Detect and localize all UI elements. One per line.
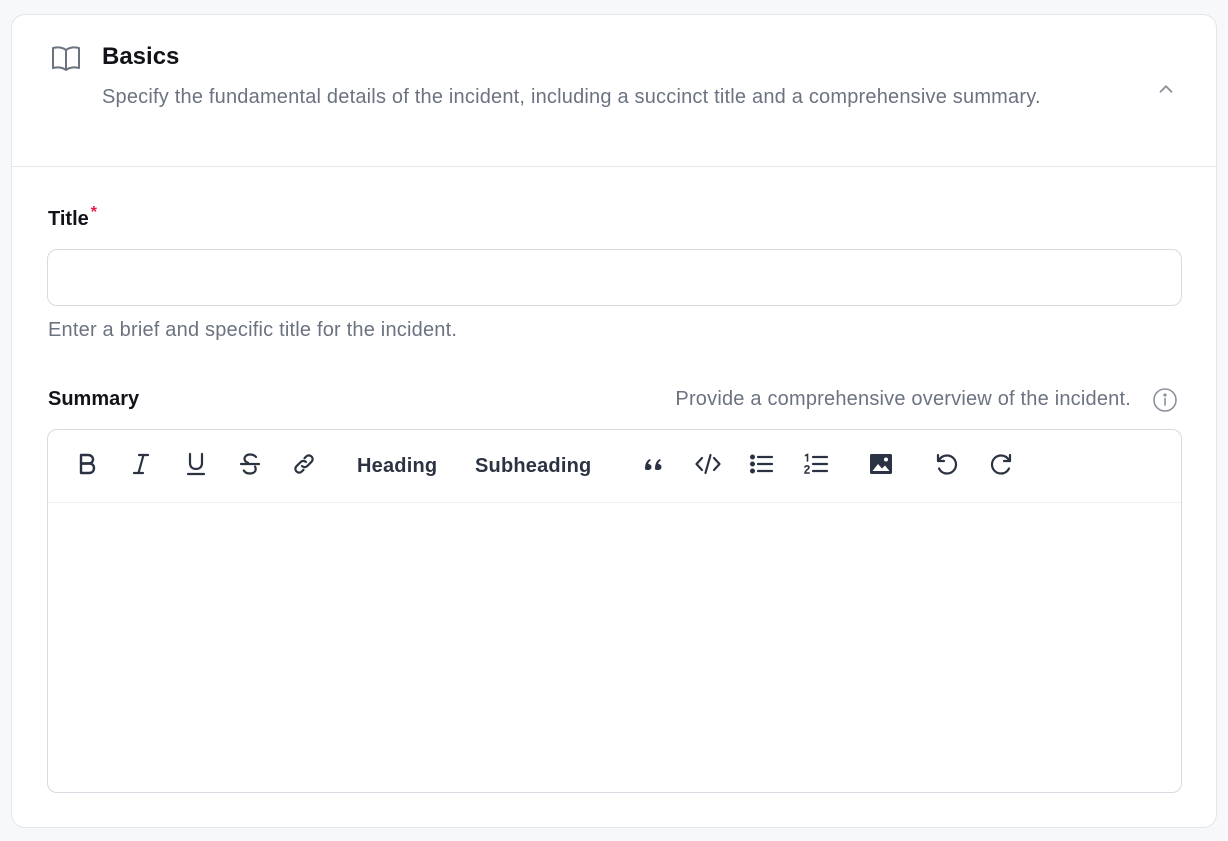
blockquote-button[interactable] <box>639 448 669 484</box>
title-label-text: Title <box>48 208 89 230</box>
bold-icon <box>73 450 101 483</box>
underline-button[interactable] <box>181 448 211 484</box>
link-button[interactable] <box>288 448 320 484</box>
required-asterisk: * <box>90 204 97 221</box>
italic-icon <box>127 450 155 483</box>
title-field-label: Title * <box>48 204 97 231</box>
code-button[interactable] <box>691 448 725 484</box>
collapse-section-button[interactable] <box>1152 77 1180 105</box>
section-title: Basics <box>102 43 180 70</box>
chevron-up-icon <box>1155 78 1177 105</box>
subheading-button-label: Subheading <box>475 454 592 477</box>
italic-button[interactable] <box>126 448 156 484</box>
strikethrough-button[interactable] <box>235 448 265 484</box>
heading-button-label: Heading <box>357 454 438 477</box>
section-header: Basics Specify the fundamental details o… <box>12 15 1216 167</box>
summary-field-label: Summary <box>48 388 140 410</box>
summary-editor-content[interactable] <box>48 503 1181 792</box>
summary-rich-text-editor: Heading Subheading <box>47 429 1182 793</box>
numbered-list-icon <box>802 450 830 483</box>
editor-toolbar: Heading Subheading <box>48 430 1181 503</box>
bullet-list-icon <box>748 450 776 483</box>
book-open-icon <box>50 42 82 74</box>
heading-button[interactable]: Heading <box>357 448 437 484</box>
info-icon[interactable] <box>1152 387 1178 413</box>
bullet-list-button[interactable] <box>746 448 778 484</box>
insert-image-button[interactable] <box>865 448 897 484</box>
subheading-button[interactable]: Subheading <box>475 448 591 484</box>
section-description: Specify the fundamental details of the i… <box>102 86 1041 108</box>
summary-help-text: Provide a comprehensive overview of the … <box>675 388 1131 410</box>
basics-section-card: Basics Specify the fundamental details o… <box>11 14 1217 828</box>
title-help-text: Enter a brief and specific title for the… <box>48 319 458 341</box>
numbered-list-button[interactable] <box>800 448 832 484</box>
blockquote-icon <box>640 450 668 483</box>
strikethrough-icon <box>236 450 264 483</box>
redo-button[interactable] <box>985 448 1017 484</box>
title-input[interactable] <box>47 249 1182 306</box>
underline-icon <box>182 450 210 483</box>
undo-icon <box>933 450 961 483</box>
link-icon <box>290 450 318 483</box>
redo-icon <box>987 450 1015 483</box>
image-icon <box>867 450 895 483</box>
bold-button[interactable] <box>72 448 102 484</box>
undo-button[interactable] <box>931 448 963 484</box>
code-icon <box>694 450 722 483</box>
